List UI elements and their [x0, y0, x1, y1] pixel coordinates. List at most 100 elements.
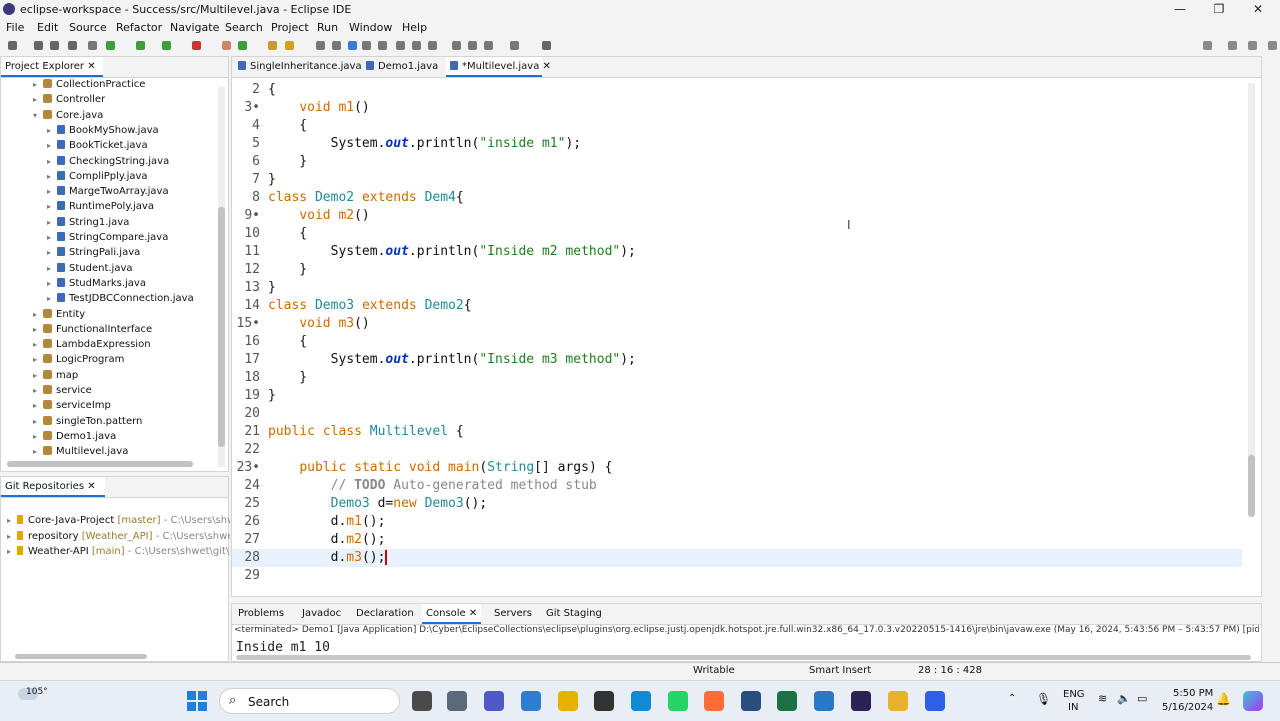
microphone-icon[interactable]: 🎙 [1036, 692, 1051, 706]
chevron-up-icon[interactable]: ⌃ [1008, 693, 1016, 704]
toolbar-button[interactable] [362, 41, 371, 50]
notepad-icon[interactable] [814, 691, 834, 711]
eclipse-icon[interactable] [851, 691, 871, 711]
chevron-right-icon[interactable]: ▸ [7, 529, 17, 544]
chevron-right-icon[interactable]: ▸ [47, 199, 57, 214]
tree-item[interactable]: ▸ BookTicket.java [47, 138, 148, 153]
chevron-right-icon[interactable]: ▸ [47, 291, 57, 306]
tree-hscrollbar[interactable] [7, 461, 193, 467]
code-area[interactable]: 2{3• void m1() 4 {5 System.out.println("i… [232, 79, 1252, 589]
toolbar-button[interactable] [268, 41, 277, 50]
tree-item[interactable]: ▸ LambdaExpression [33, 337, 151, 352]
toolbar-button[interactable] [348, 41, 357, 50]
teams-icon[interactable] [484, 691, 504, 711]
edge-icon[interactable] [631, 691, 651, 711]
editor-tab[interactable]: SingleInheritance.java [234, 57, 364, 77]
windows-start-icon[interactable] [187, 691, 207, 711]
chevron-right-icon[interactable]: ▸ [33, 383, 43, 398]
tree-item[interactable]: ▸ serviceImp [33, 398, 111, 413]
chevron-right-icon[interactable]: ▸ [33, 429, 43, 444]
tab-declaration[interactable]: Declaration [352, 604, 418, 624]
perspective-button[interactable] [1268, 41, 1277, 50]
toolbar-button[interactable] [34, 41, 43, 50]
minimize-button[interactable]: — [1170, 2, 1190, 18]
chevron-right-icon[interactable]: ▸ [33, 92, 43, 107]
chevron-right-icon[interactable]: ▸ [47, 154, 57, 169]
postman-icon[interactable] [704, 691, 724, 711]
chevron-right-icon[interactable]: ▸ [47, 123, 57, 138]
whatsapp-icon[interactable] [668, 691, 688, 711]
toolbar-button[interactable] [285, 41, 294, 50]
close-icon[interactable]: ✕ [539, 61, 551, 72]
toolbar-button[interactable] [136, 41, 145, 50]
toolbar-button[interactable] [162, 41, 171, 50]
tree-item[interactable]: ▸ String1.java [47, 215, 129, 230]
chevron-right-icon[interactable]: ▸ [33, 337, 43, 352]
perspective-button[interactable] [1203, 41, 1212, 50]
zoom-icon[interactable] [925, 691, 945, 711]
volume-icon[interactable]: 🔈 [1117, 692, 1131, 705]
menu-edit[interactable]: Edit [37, 21, 58, 34]
menu-run[interactable]: Run [317, 21, 338, 34]
close-button[interactable]: ✕ [1248, 2, 1268, 18]
tree-item[interactable]: ▸ Controller [33, 92, 105, 107]
tab-git-staging[interactable]: Git Staging [542, 604, 606, 624]
git-repo-item[interactable]: ▸ Weather-API [main] - C:\Users\shwet\git… [7, 544, 230, 559]
toolbar-button[interactable] [88, 41, 97, 50]
tab-project-explorer[interactable]: Project Explorer ✕ [1, 57, 103, 77]
chevron-right-icon[interactable]: ▸ [33, 368, 43, 383]
store-icon[interactable] [521, 691, 541, 711]
chevron-right-icon[interactable]: ▸ [33, 322, 43, 337]
chevron-right-icon[interactable]: ▸ [47, 184, 57, 199]
toolbar-button[interactable] [222, 41, 231, 50]
toolbar-button[interactable] [238, 41, 247, 50]
chevron-right-icon[interactable]: ▸ [33, 77, 43, 92]
region-code[interactable]: IN [1068, 702, 1078, 713]
git-repo-item[interactable]: ▸ repository [Weather_API] - C:\Users\shw… [7, 529, 230, 544]
bell-icon[interactable]: 🔔 [1216, 692, 1231, 706]
toolbar-button[interactable] [452, 41, 461, 50]
menu-navigate[interactable]: Navigate [170, 21, 219, 34]
chevron-right-icon[interactable]: ▸ [47, 261, 57, 276]
file-explorer-icon[interactable] [558, 691, 578, 711]
close-icon[interactable]: ✕ [87, 481, 95, 492]
task-view-icon[interactable] [412, 691, 432, 711]
menu-refactor[interactable]: Refactor [116, 21, 162, 34]
editor-scrollbar[interactable] [1248, 83, 1255, 517]
tree-item[interactable]: ▸ Entity [33, 307, 85, 322]
perspective-button[interactable] [1228, 41, 1237, 50]
chevron-right-icon[interactable]: ▸ [7, 513, 17, 528]
toolbar-button[interactable] [378, 41, 387, 50]
tree-item[interactable]: ▸ StringCompare.java [47, 230, 168, 245]
toolbar-button[interactable] [8, 41, 17, 50]
chevron-right-icon[interactable]: ▸ [47, 138, 57, 153]
toolbar-button[interactable] [316, 41, 325, 50]
tree-item[interactable]: ▸ CollectionPractice [33, 77, 145, 92]
chevron-right-icon[interactable]: ▸ [47, 276, 57, 291]
editor-tab[interactable]: Demo1.java [362, 57, 448, 77]
toolbar-button[interactable] [50, 41, 59, 50]
toolbar-button[interactable] [428, 41, 437, 50]
maximize-button[interactable]: ❐ [1209, 2, 1229, 18]
tab-javadoc[interactable]: Javadoc [298, 604, 345, 624]
tree-item[interactable]: ▸ RuntimePoly.java [47, 199, 154, 214]
tree-item[interactable]: ▾ Core.java [33, 108, 103, 123]
chrome-icon[interactable] [888, 691, 908, 711]
tree-item[interactable]: ▸ TestJDBCConnection.java [47, 291, 194, 306]
chevron-right-icon[interactable]: ▸ [47, 169, 57, 184]
toolbar-button[interactable] [468, 41, 477, 50]
tree-item[interactable]: ▸ CheckingString.java [47, 154, 169, 169]
settings-icon[interactable] [447, 691, 467, 711]
editor-tab[interactable]: *Multilevel.java ✕ [446, 57, 551, 77]
toolbar-button[interactable] [510, 41, 519, 50]
menu-help[interactable]: Help [402, 21, 427, 34]
tree-item[interactable]: ▸ MargeTwoArray.java [47, 184, 169, 199]
chevron-right-icon[interactable]: ▸ [33, 352, 43, 367]
dell-icon[interactable] [594, 691, 614, 711]
chevron-right-icon[interactable]: ▸ [33, 307, 43, 322]
toolbar-button[interactable] [192, 41, 201, 50]
tree-item[interactable]: ▸ CompliPply.java [47, 169, 148, 184]
tree-item[interactable]: ▸ Student.java [47, 261, 133, 276]
toolbar-button[interactable] [542, 41, 551, 50]
language-code[interactable]: ENG [1063, 689, 1085, 700]
